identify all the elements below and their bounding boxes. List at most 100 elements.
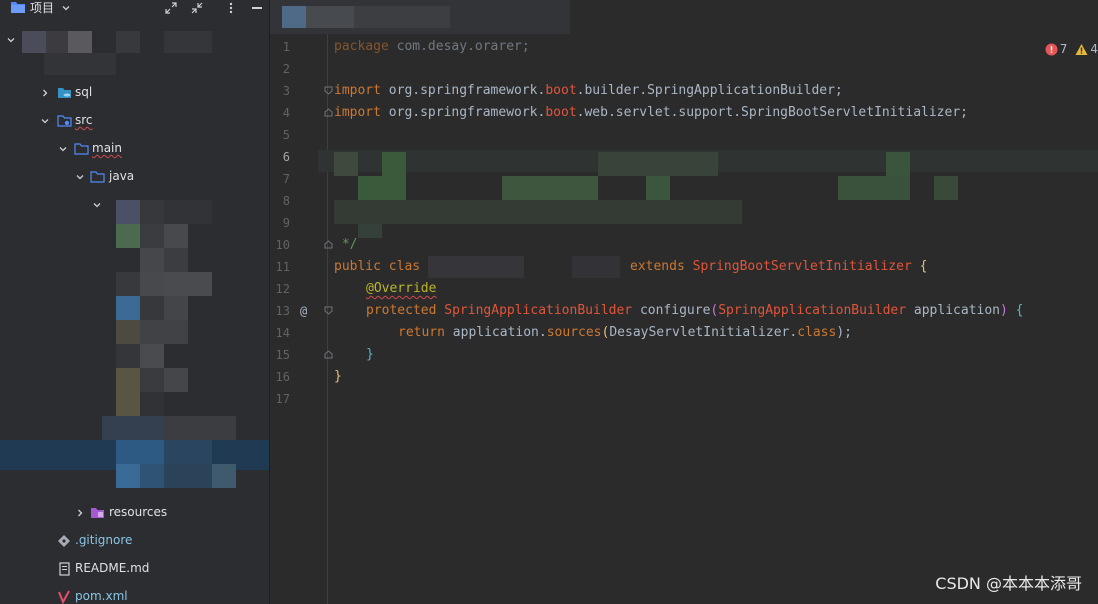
chevron-down-icon[interactable] xyxy=(40,116,50,126)
fold-marker-icon[interactable] xyxy=(324,86,333,95)
blurred-region xyxy=(140,248,164,272)
tree-item-label: main xyxy=(92,141,122,155)
resources-folder-icon xyxy=(91,508,104,518)
chevron-down-icon[interactable] xyxy=(92,200,102,210)
fold-marker-icon[interactable] xyxy=(324,108,333,117)
tree-row-java[interactable]: java xyxy=(0,166,269,188)
tree-row-gitignore[interactable]: .gitignore xyxy=(0,530,269,552)
project-panel-title[interactable]: 项目 xyxy=(30,0,54,16)
fold-marker-icon[interactable] xyxy=(324,350,333,359)
blurred-region xyxy=(164,464,212,488)
class-name: SpringApplicationBuilder xyxy=(444,303,633,318)
line-number: 2 xyxy=(282,62,290,76)
fold-marker-icon[interactable] xyxy=(324,240,333,249)
line-number: 13 xyxy=(275,304,290,318)
import-path-segment: boot xyxy=(545,105,577,120)
blurred-region xyxy=(68,31,92,53)
tree-row-src[interactable]: src xyxy=(0,110,269,132)
blurred-region xyxy=(140,464,164,488)
blurred-region xyxy=(116,320,140,344)
chevron-down-icon[interactable] xyxy=(61,3,71,13)
blurred-region xyxy=(358,224,382,238)
tree-item-label: java xyxy=(109,169,135,183)
blurred-region xyxy=(116,31,140,53)
code-line-12: @Override xyxy=(366,281,437,296)
tree-item-label: .gitignore xyxy=(75,533,133,547)
line-number: 3 xyxy=(282,84,290,98)
tree-row-root[interactable] xyxy=(0,29,269,75)
blurred-region xyxy=(140,272,164,296)
source-folder-icon xyxy=(57,115,72,127)
brace: { xyxy=(919,259,928,274)
watermark: CSDN @本本本添哥 xyxy=(935,574,1082,593)
blurred-region xyxy=(46,31,68,53)
blurred-region xyxy=(164,416,236,440)
blurred-region xyxy=(116,344,140,368)
override-method-gutter-icon[interactable]: @ xyxy=(300,302,307,320)
chevron-down-icon[interactable] xyxy=(58,144,68,154)
chevron-right-icon[interactable] xyxy=(40,88,50,98)
import-path: org.springframework. xyxy=(380,105,546,120)
code-line-11: public clas xyxy=(334,256,420,278)
editor-tab-bar-blurred[interactable] xyxy=(270,0,570,34)
blurred-region xyxy=(164,272,212,296)
code-editor[interactable]: 1 2 3 4 5 6 7 8 9 10 11 12 13 14 15 16 1… xyxy=(270,0,1098,604)
blurred-region xyxy=(116,200,140,224)
blurred-region xyxy=(306,6,354,28)
git-icon xyxy=(58,535,70,547)
collapse-all-icon[interactable] xyxy=(190,1,204,15)
blurred-region xyxy=(116,368,140,416)
line-number: 12 xyxy=(275,282,290,296)
project-panel: 项目 sql src main java resources .gitignor… xyxy=(0,0,270,604)
blurred-region xyxy=(282,6,306,28)
tree-item-label: resources xyxy=(109,505,168,519)
code-line-16: } xyxy=(334,369,342,384)
import-path: org.springframework. xyxy=(380,83,546,98)
blurred-region xyxy=(354,6,450,28)
blurred-region xyxy=(164,224,188,248)
tree-row-sql[interactable]: sql xyxy=(0,82,269,104)
error-icon xyxy=(1045,43,1058,55)
blurred-class-name xyxy=(428,256,524,278)
tree-item-label: README.md xyxy=(75,561,150,575)
identifier: DesayServletInitializer. xyxy=(609,325,798,340)
inspection-widget[interactable]: 7 4 xyxy=(1045,40,1098,58)
tree-row-readme[interactable]: README.md xyxy=(0,558,269,580)
chevron-right-icon[interactable] xyxy=(75,508,85,518)
code-line-3: import org.springframework.boot.builder.… xyxy=(334,80,843,102)
fold-marker-icon[interactable] xyxy=(324,306,333,315)
blurred-region xyxy=(358,176,406,200)
code-line-1: package com.desay.orarer; xyxy=(334,36,530,58)
editor-gutter[interactable]: 1 2 3 4 5 6 7 8 9 10 11 12 13 14 15 16 1… xyxy=(270,34,333,604)
tree-row-pom[interactable]: pom.xml xyxy=(0,586,269,604)
line-number: 9 xyxy=(282,216,290,230)
method-name: configure xyxy=(639,303,711,318)
code-line-4: import org.springframework.boot.web.serv… xyxy=(334,102,968,124)
blurred-region xyxy=(164,248,188,272)
chevron-down-icon[interactable] xyxy=(6,35,16,45)
blurred-region xyxy=(140,296,164,320)
more-options-icon[interactable] xyxy=(224,1,238,15)
blurred-region xyxy=(44,53,116,75)
markdown-file-icon xyxy=(59,562,70,576)
blurred-region xyxy=(164,296,188,320)
tree-row-main[interactable]: main xyxy=(0,138,269,160)
minimize-icon[interactable] xyxy=(250,1,264,15)
blurred-region xyxy=(140,200,164,224)
expand-all-icon[interactable] xyxy=(164,1,178,15)
blurred-region xyxy=(502,176,598,200)
blurred-region xyxy=(116,272,140,296)
blurred-region xyxy=(334,152,358,176)
tree-row-resources[interactable]: resources xyxy=(0,502,269,524)
keyword: public xyxy=(334,259,381,274)
line-number: 7 xyxy=(282,172,290,186)
blurred-region xyxy=(164,368,188,392)
line-number: 8 xyxy=(282,194,290,208)
keyword: clas xyxy=(388,259,421,274)
blurred-region xyxy=(212,464,236,488)
keyword: package xyxy=(334,39,389,54)
blurred-class-name xyxy=(572,256,620,278)
chevron-down-icon[interactable] xyxy=(75,172,85,182)
keyword: class xyxy=(797,325,837,340)
keyword: return xyxy=(398,325,445,340)
